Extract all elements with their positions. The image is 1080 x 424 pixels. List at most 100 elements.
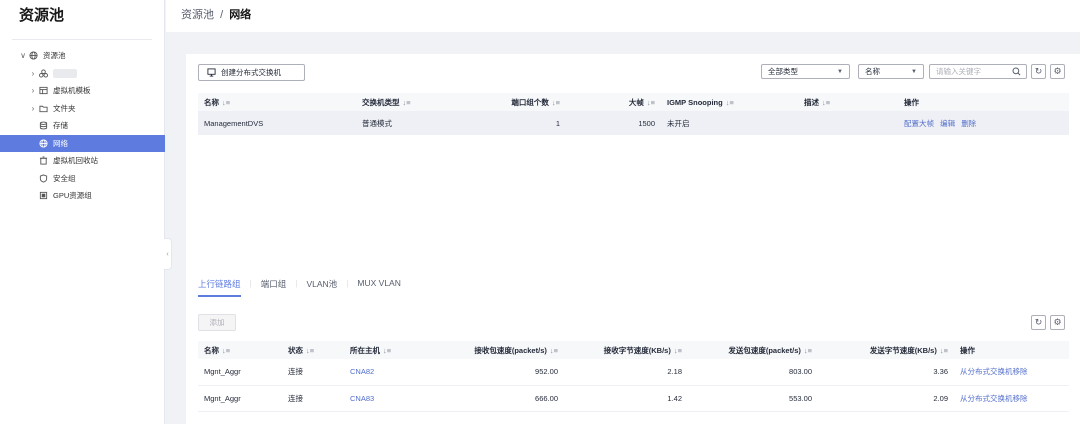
storage-icon: [38, 121, 49, 130]
col-header-tx-kbs[interactable]: 发送字节速度(KB/s) ↓≡: [818, 341, 954, 359]
tree-item-label: GPU资源组: [53, 191, 92, 201]
table-row[interactable]: ManagementDVS 普通模式 1 1500 未开启 配置大帧 编辑 删除: [198, 111, 1069, 135]
tab-vlan-pool[interactable]: VLAN池: [306, 278, 337, 297]
folder-icon: [38, 104, 49, 113]
col-header-igmp[interactable]: IGMP Snooping ↓≡: [661, 93, 798, 111]
col-header-rx-pps[interactable]: 接收包速度(packet/s) ↓≡: [444, 341, 564, 359]
sort-icon: ↓≡: [549, 345, 558, 355]
tree-item-storage[interactable]: 存储: [0, 117, 165, 135]
create-dvs-button[interactable]: 创建分布式交换机: [198, 64, 305, 81]
tree-item-security-group[interactable]: 安全组: [0, 170, 165, 188]
cell-rx-pps: 666.00: [535, 393, 558, 403]
breadcrumb-current: 网络: [229, 9, 252, 21]
col-header-port-groups[interactable]: 端口组个数 ↓≡: [461, 93, 566, 111]
col-header-actions: 操作: [954, 341, 1069, 359]
search-placeholder: 请输入关键字: [936, 67, 981, 76]
settings-button[interactable]: ⚙: [1050, 64, 1065, 79]
configure-jumbo-link[interactable]: 配置大帧: [904, 119, 934, 128]
cell-rx-pps: 952.00: [535, 367, 558, 377]
chevron-right-icon[interactable]: ›: [28, 69, 38, 78]
col-header-status[interactable]: 状态 ↓≡: [282, 341, 344, 359]
col-header-jumbo[interactable]: 大帧 ↓≡: [566, 93, 661, 111]
cell-host-link[interactable]: CNA82: [344, 359, 444, 385]
cell-name: Mgnt_Aggr: [204, 367, 241, 377]
template-icon: [38, 86, 49, 95]
cell-name: ManagementDVS: [204, 118, 264, 128]
gpu-icon: [38, 191, 49, 200]
tree-item-network[interactable]: 网络: [0, 134, 165, 152]
refresh-button[interactable]: ↻: [1031, 315, 1046, 330]
refresh-icon: ↻: [1034, 317, 1043, 327]
chevron-right-icon[interactable]: ›: [28, 104, 38, 113]
sidebar-divider: [12, 39, 152, 40]
tree-item-label: 安全组: [53, 173, 76, 183]
sort-icon: ↓≡: [673, 345, 682, 355]
sort-icon: ↓≡: [822, 97, 831, 107]
chevron-down-icon[interactable]: ∨: [18, 51, 28, 60]
cell-host-link[interactable]: CNA83: [344, 385, 444, 411]
cell-tx-kbs: 3.36: [933, 367, 948, 377]
settings-button[interactable]: ⚙: [1050, 315, 1065, 330]
tree-item-folder[interactable]: › 文件夹: [0, 100, 165, 118]
sidebar-collapse-handle[interactable]: ‹: [164, 238, 172, 270]
detail-tabs: 上行链路组 | 端口组 | VLAN池 | MUX VLAN: [198, 278, 410, 297]
tree-item-vm-templates[interactable]: › 虚拟机模板: [0, 82, 165, 100]
sort-icon: ↓≡: [646, 97, 655, 107]
table-header-row: 名称 ↓≡ 交换机类型 ↓≡ 端口组个数 ↓≡ 大帧 ↓≡ IGMP Snooping ↓…: [198, 93, 1069, 111]
type-filter-select[interactable]: 全部类型 ▼: [761, 64, 850, 79]
table-row[interactable]: Mgnt_Aggr 连接 CNA83 666.00 1.42 553.00 2.…: [198, 385, 1069, 411]
col-header-desc[interactable]: 描述 ↓≡: [798, 93, 898, 111]
uplink-table: 名称 ↓≡ 状态 ↓≡ 所在主机 ↓≡ 接收包速度(packet/s) ↓≡ 接收字节速…: [198, 341, 1069, 412]
tree-item-label: 虚拟机回收站: [53, 156, 98, 166]
switch-panel: 创建分布式交换机 全部类型 ▼ 名称 ▼ 请输入关键字 ↻ ⚙ 名称 ↓≡ 交换机…: [186, 54, 1080, 268]
switch-icon: [207, 68, 216, 77]
add-button[interactable]: 添加: [198, 314, 236, 331]
refresh-button[interactable]: ↻: [1031, 64, 1046, 79]
sort-icon: ↓≡: [939, 345, 948, 355]
sort-icon: ↓≡: [306, 345, 315, 355]
tab-mux-vlan[interactable]: MUX VLAN: [357, 278, 400, 297]
col-header-name[interactable]: 名称 ↓≡: [198, 341, 282, 359]
cluster-icon: [38, 69, 49, 78]
col-header-type[interactable]: 交换机类型 ↓≡: [356, 93, 461, 111]
chevron-right-icon[interactable]: ›: [28, 86, 38, 95]
table-row[interactable]: Mgnt_Aggr 连接 CNA82 952.00 2.18 803.00 3.…: [198, 359, 1069, 385]
tree-item-label: 存储: [53, 121, 68, 131]
cell-tx-pps: 553.00: [789, 393, 812, 403]
recycle-icon: [38, 156, 49, 165]
tree-item-resource-pool[interactable]: ∨ 资源池: [0, 47, 165, 65]
type-filter-value: 全部类型: [768, 67, 798, 76]
header-bar: [166, 0, 1080, 32]
search-input[interactable]: 请输入关键字: [929, 64, 1027, 79]
sort-icon: ↓≡: [222, 345, 231, 355]
col-header-tx-pps[interactable]: 发送包速度(packet/s) ↓≡: [688, 341, 818, 359]
remove-from-dvs-link[interactable]: 从分布式交换机移除: [954, 359, 1069, 385]
col-header-name[interactable]: 名称 ↓≡: [198, 93, 356, 111]
sort-icon: ↓≡: [222, 97, 231, 107]
breadcrumb-parent[interactable]: 资源池: [181, 9, 214, 21]
caret-down-icon: ▼: [911, 68, 917, 75]
remove-from-dvs-link[interactable]: 从分布式交换机移除: [954, 385, 1069, 411]
search-icon[interactable]: [1012, 67, 1021, 78]
gear-icon: ⚙: [1053, 66, 1062, 76]
delete-link[interactable]: 删除: [961, 119, 976, 128]
cell-tx-kbs: 2.09: [933, 393, 948, 403]
network-icon: [38, 139, 49, 148]
tab-uplink-groups[interactable]: 上行链路组: [198, 278, 241, 297]
field-select[interactable]: 名称 ▼: [858, 64, 924, 79]
col-header-host[interactable]: 所在主机 ↓≡: [344, 341, 444, 359]
tree-item-cluster[interactable]: ›: [0, 65, 165, 83]
cell-rx-kbs: 1.42: [667, 393, 682, 403]
sort-icon: ↓≡: [383, 345, 392, 355]
tree-item-vm-recycle-bin[interactable]: 虚拟机回收站: [0, 152, 165, 170]
cell-name: Mgnt_Aggr: [204, 393, 241, 403]
resource-tree: ∨ 资源池 › › 虚拟机模板 › 文件夹 存储 网络 虚拟机回收站 安全组 G…: [0, 47, 165, 205]
globe-icon: [28, 51, 39, 60]
tree-item-gpu-resource-group[interactable]: GPU资源组: [0, 187, 165, 205]
shield-icon: [38, 174, 49, 183]
sort-icon: ↓≡: [725, 97, 734, 107]
col-header-actions: 操作: [898, 93, 1069, 111]
tab-port-groups[interactable]: 端口组: [261, 278, 287, 297]
col-header-rx-kbs[interactable]: 接收字节速度(KB/s) ↓≡: [564, 341, 688, 359]
edit-link[interactable]: 编辑: [940, 119, 955, 128]
